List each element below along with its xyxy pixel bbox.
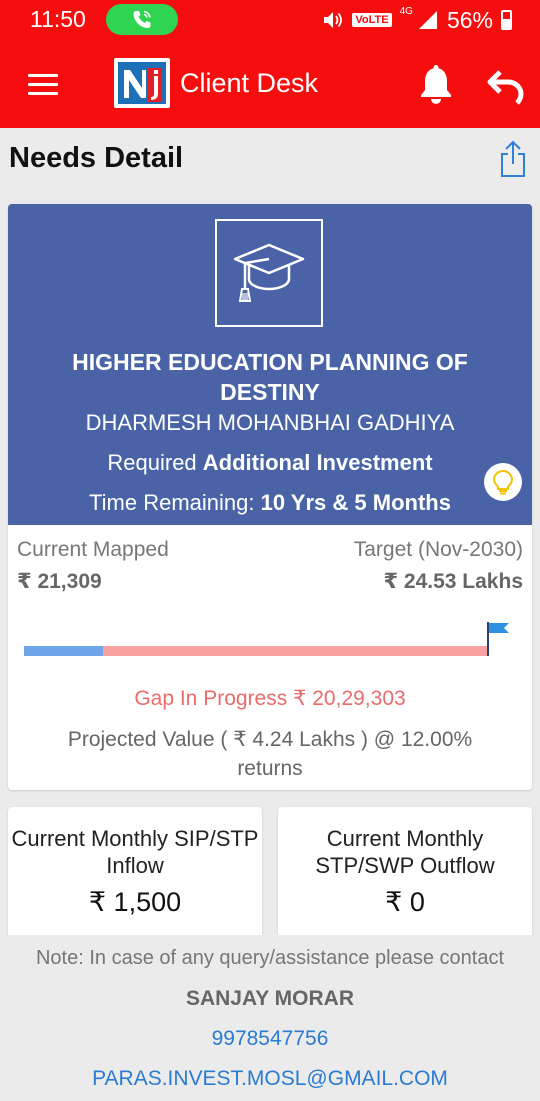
contact-footer: Note: In case of any query/assistance pl…	[0, 935, 540, 1101]
app-title: Client Desk	[180, 68, 319, 98]
contact-name: SANJAY MORAR	[185, 987, 355, 1010]
back-arrow-icon[interactable]	[486, 66, 526, 111]
nj-logo	[114, 58, 170, 108]
status-right-group: VoLTE 4G 56%	[322, 6, 512, 34]
battery-icon	[501, 10, 512, 30]
target-flag-icon	[487, 622, 509, 656]
volte-badge: VoLTE	[352, 13, 392, 27]
goal-icon-frame	[215, 219, 323, 327]
share-icon[interactable]	[500, 140, 526, 183]
volume-icon	[324, 12, 343, 28]
goal-card-header: HIGHER EDUCATION PLANNING OF DESTINY DHA…	[8, 204, 532, 525]
sip-inflow-label: Current Monthly SIP/STP Inflow	[11, 826, 259, 878]
app-bar: Client Desk	[0, 40, 540, 128]
target-label: Target (Nov-2030)	[353, 538, 523, 561]
goal-card: HIGHER EDUCATION PLANNING OF DESTINY DHA…	[8, 204, 532, 790]
signal-icon	[418, 11, 437, 29]
current-mapped-value: ₹ 21,309	[17, 570, 102, 593]
required-investment: Required Additional Investment	[8, 450, 532, 476]
notification-bell-icon[interactable]	[418, 64, 454, 109]
required-value: Additional Investment	[202, 450, 433, 475]
page-title: Needs Detail	[9, 142, 184, 174]
battery-percent: 56%	[446, 6, 493, 33]
time-remaining-value: 10 Yrs & 5 Months	[260, 490, 451, 515]
swp-outflow-label: Current Monthly STP/SWP Outflow	[315, 826, 495, 878]
contact-note: Note: In case of any query/assistance pl…	[35, 947, 505, 969]
swp-outflow-value: ₹ 0	[385, 887, 425, 917]
goal-name: HIGHER EDUCATION PLANNING OF DESTINY	[72, 349, 468, 405]
swp-outflow-box: Current Monthly STP/SWP Outflow ₹ 0	[278, 807, 532, 947]
gap-in-progress: Gap In Progress ₹ 20,29,303	[134, 687, 406, 710]
network-type: 4G	[399, 6, 413, 17]
graduation-cap-icon	[233, 243, 305, 302]
projected-value: Projected Value ( ₹ 4.24 Lakhs ) @ 12.00…	[67, 728, 473, 780]
lightbulb-icon[interactable]	[484, 463, 522, 501]
time-remaining-prefix: Time Remaining:	[89, 490, 255, 515]
target-value: ₹ 24.53 Lakhs	[383, 570, 523, 593]
goal-progress-fill	[24, 646, 103, 656]
page-header: Needs Detail	[0, 128, 540, 190]
phone-icon	[133, 10, 151, 28]
time-remaining: Time Remaining: 10 Yrs & 5 Months	[8, 490, 532, 516]
required-prefix: Required	[107, 450, 197, 475]
ongoing-call-pill[interactable]	[106, 4, 178, 35]
sip-inflow-box: Current Monthly SIP/STP Inflow ₹ 1,500	[8, 807, 262, 947]
current-mapped-label: Current Mapped	[17, 538, 169, 561]
contact-email-link[interactable]: PARAS.INVEST.MOSL@GMAIL.COM	[0, 1067, 540, 1091]
goal-progress-bar	[24, 646, 488, 656]
contact-phone-link[interactable]: 9978547756	[0, 1027, 540, 1051]
hamburger-menu-icon[interactable]	[28, 74, 58, 96]
status-time: 11:50	[30, 6, 86, 32]
sip-inflow-value: ₹ 1,500	[88, 887, 182, 917]
client-name: DHARMESH MOHANBHAI GADHIYA	[85, 410, 455, 435]
status-bar: 11:50 VoLTE 4G 56%	[0, 0, 540, 40]
